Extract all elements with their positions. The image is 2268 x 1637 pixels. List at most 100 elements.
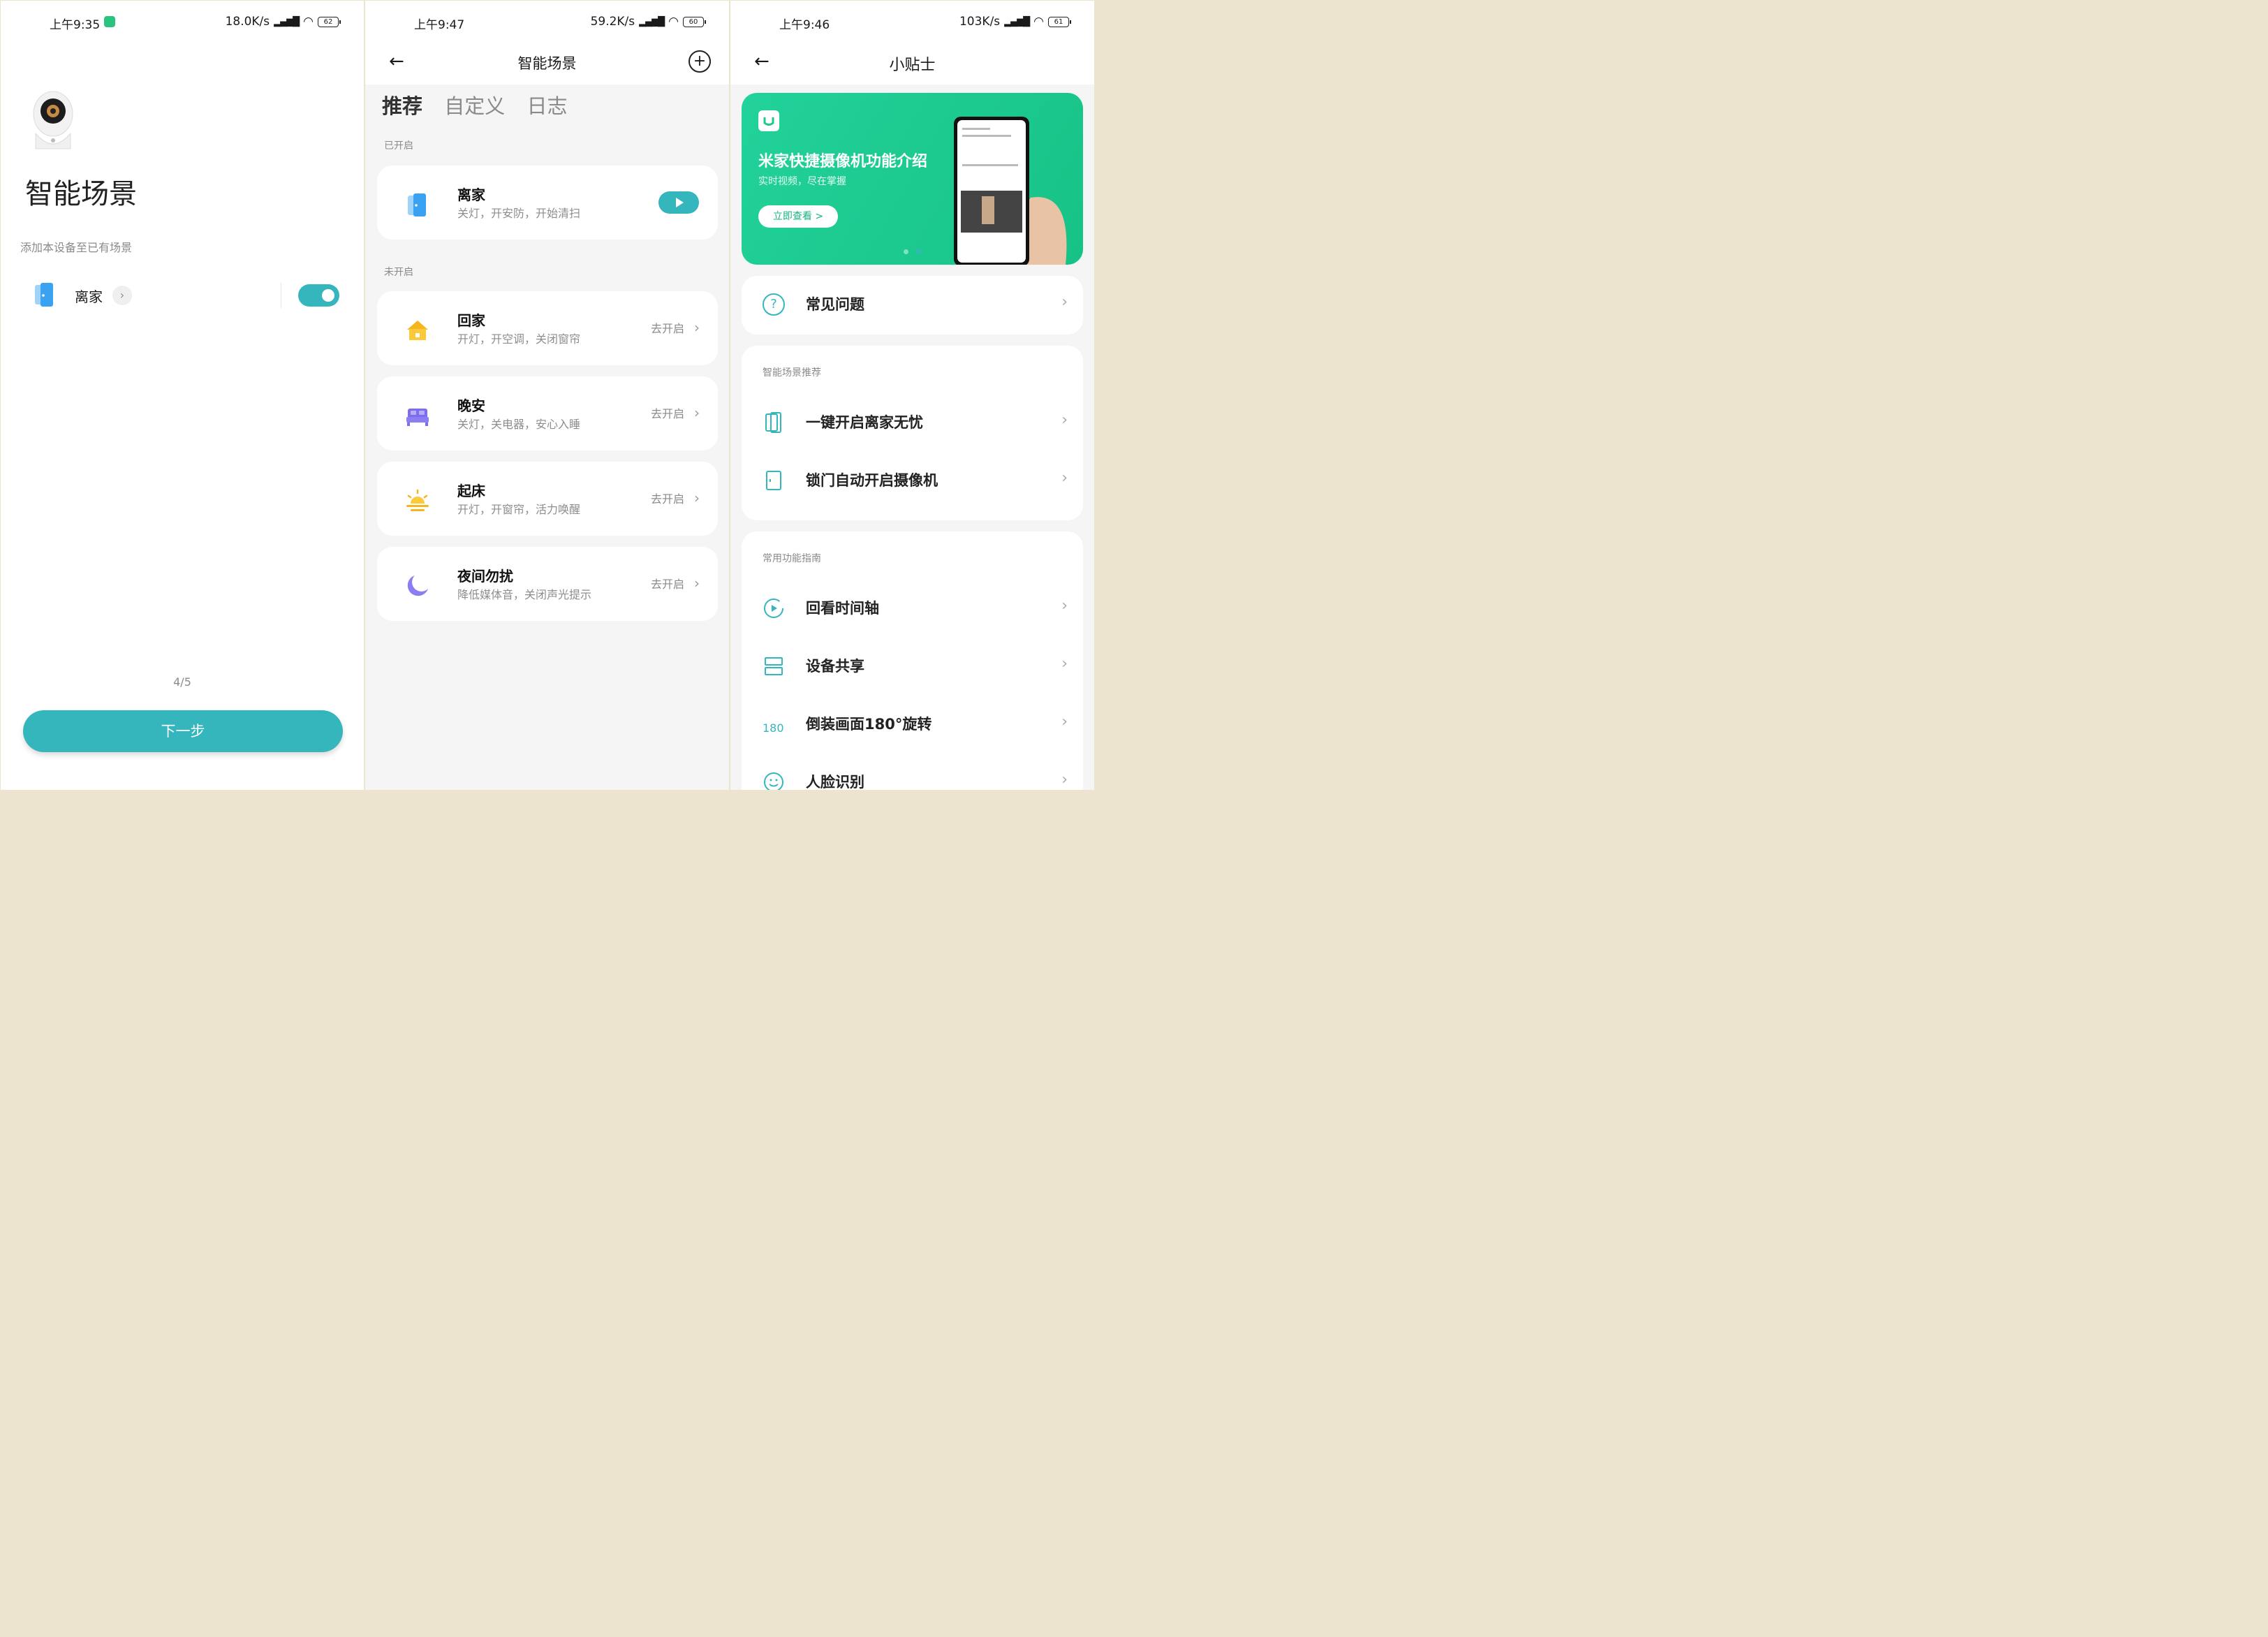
- signal-icon: ▂▄▆█: [639, 16, 665, 27]
- scene-desc: 关灯，开安防，开始清扫: [457, 207, 581, 220]
- enable-label: 去开启: [650, 322, 684, 335]
- rec-label: 一键开启离家无忧: [806, 414, 923, 431]
- battery-icon: 62: [318, 16, 341, 27]
- network-speed: 103K/s: [959, 15, 1001, 29]
- app-bar: ← 小贴士: [730, 44, 1094, 85]
- chevron-right-icon: ›: [1061, 597, 1068, 615]
- enable-label: 去开启: [650, 578, 684, 591]
- phone-illustration: [954, 117, 1067, 265]
- camera-device-icon: [33, 91, 73, 149]
- guide-item[interactable]: 人脸识别 ›: [742, 761, 1083, 790]
- page-indicator: 4/5: [173, 675, 191, 689]
- chevron-right-icon: ›: [1061, 293, 1068, 311]
- scene-card-home[interactable]: 回家 开灯，开空调，关闭窗帘 去开启 ›: [377, 291, 718, 365]
- carousel-dot-active: [916, 249, 921, 254]
- status-time: 上午9:47: [414, 18, 465, 32]
- guide-label: 设备共享: [806, 658, 864, 675]
- share-icon: [765, 657, 783, 675]
- scene-desc: 开灯，开窗帘，活力唤醒: [457, 503, 581, 516]
- scene-desc: 关灯，关电器，安心入睡: [457, 418, 581, 431]
- lock-door-icon: [766, 471, 781, 490]
- chevron-right-icon: ›: [1061, 469, 1068, 487]
- carousel-dot: [904, 249, 908, 254]
- app-bar-title: 小贴士: [889, 57, 936, 74]
- rotate-180-icon: 180: [763, 721, 784, 735]
- sunrise-icon: [406, 489, 429, 511]
- chevron-right-icon: ›: [694, 490, 700, 506]
- add-scene-icon[interactable]: +: [688, 50, 711, 73]
- banner-title: 米家快捷摄像机功能介绍: [758, 153, 928, 170]
- door-icon: [35, 283, 53, 307]
- scene-name: 起床: [457, 483, 485, 499]
- signal-icon: ▂▄▆█: [1004, 16, 1030, 27]
- face-icon: [764, 772, 783, 790]
- banner-view-button[interactable]: 立即查看 >: [758, 205, 838, 228]
- play-circle-icon: [764, 599, 783, 618]
- mi-home-app-icon: [104, 16, 115, 27]
- enable-label: 去开启: [650, 407, 684, 420]
- run-scene-button[interactable]: [658, 191, 699, 214]
- faq-row[interactable]: ? 常见问题 ›: [742, 284, 1083, 325]
- guide-item[interactable]: 回看时间轴 ›: [742, 587, 1083, 629]
- scene-card-do-not-disturb[interactable]: 夜间勿扰 降低媒体音，关闭声光提示 去开启 ›: [377, 547, 718, 621]
- enable-link[interactable]: 去开启 ›: [651, 575, 700, 592]
- status-time: 上午9:35: [50, 18, 101, 32]
- enable-label: 去开启: [650, 492, 684, 506]
- rec-item[interactable]: 锁门自动开启摄像机 ›: [742, 460, 1083, 501]
- wifi-icon: ◠: [1033, 15, 1044, 29]
- guide-label: 倒装画面180°旋转: [806, 716, 932, 733]
- faq-label: 常见问题: [806, 296, 864, 313]
- guide-label: 人脸识别: [806, 774, 864, 790]
- wifi-icon: ◠: [668, 15, 679, 29]
- status-bar: 上午9:47 59.2K/s ▂▄▆█ ◠ 60: [365, 1, 729, 44]
- tab-recommended[interactable]: 推荐: [382, 94, 422, 118]
- app-bar: ← 智能场景 +: [365, 44, 729, 85]
- panel-tips: 上午9:46 103K/s ▂▄▆█ ◠ 61 ← 小贴士 米家快捷摄像机功能介…: [730, 1, 1094, 790]
- chevron-right-icon: ›: [694, 575, 700, 592]
- chevron-right-icon: ›: [1061, 411, 1068, 429]
- panel-add-to-scene: 上午9:35 18.0K/s ▂▄▆█ ◠ 62 智能场景 添加本设备至已有场景…: [1, 1, 364, 790]
- promo-banner[interactable]: 米家快捷摄像机功能介绍 实时视频，尽在掌握 立即查看 >: [742, 93, 1083, 265]
- banner-subtitle: 实时视频，尽在掌握: [758, 176, 846, 187]
- battery-icon: 60: [683, 16, 706, 27]
- moon-icon: [407, 575, 428, 596]
- scene-card-goodnight[interactable]: 晚安 关灯，关电器，安心入睡 去开启 ›: [377, 376, 718, 450]
- section-disabled-header: 未开启: [384, 267, 413, 278]
- scene-card-wakeup[interactable]: 起床 开灯，开窗帘，活力唤醒 去开启 ›: [377, 462, 718, 536]
- subtitle: 添加本设备至已有场景: [20, 241, 133, 254]
- chevron-right-icon: ›: [1061, 655, 1068, 673]
- scene-desc: 降低媒体音，关闭声光提示: [457, 588, 592, 601]
- scene-recommend-card: 智能场景推荐 一键开启离家无忧 › 锁门自动开启摄像机 ›: [742, 346, 1083, 520]
- wifi-icon: ◠: [303, 15, 314, 29]
- faq-card[interactable]: ? 常见问题 ›: [742, 276, 1083, 335]
- scene-name: 离家: [75, 288, 103, 305]
- tab-custom[interactable]: 自定义: [444, 94, 505, 118]
- scene-row: 离家 ›: [1, 277, 364, 314]
- play-icon: [676, 198, 684, 207]
- scene-toggle[interactable]: [298, 284, 339, 307]
- section-enabled-header: 已开启: [384, 140, 413, 152]
- enable-link[interactable]: 去开启 ›: [651, 490, 700, 506]
- scene-name: 晚安: [457, 397, 485, 414]
- scene-card-away[interactable]: 离家 关灯，开安防，开始清扫: [377, 166, 718, 240]
- scene-tabs: 推荐 自定义 日志: [382, 90, 567, 119]
- rec-item[interactable]: 一键开启离家无忧 ›: [742, 402, 1083, 443]
- chevron-right-icon: ›: [1061, 713, 1068, 731]
- network-speed: 59.2K/s: [590, 15, 635, 29]
- scene-name: 离家: [457, 186, 485, 203]
- next-button[interactable]: 下一步: [23, 710, 343, 752]
- toggle-knob: [322, 289, 334, 302]
- chevron-right-icon: ›: [1061, 771, 1068, 788]
- enable-link[interactable]: 去开启 ›: [651, 319, 700, 336]
- question-icon: ?: [763, 293, 785, 316]
- enable-link[interactable]: 去开启 ›: [651, 404, 700, 421]
- mi-home-logo: [758, 110, 779, 131]
- scene-detail-chevron-icon[interactable]: ›: [112, 286, 132, 305]
- network-speed: 18.0K/s: [225, 15, 270, 29]
- rec-header: 智能场景推荐: [763, 367, 821, 379]
- guide-item[interactable]: 180 倒装画面180°旋转 ›: [742, 703, 1083, 745]
- guide-item[interactable]: 设备共享 ›: [742, 645, 1083, 687]
- chevron-right-icon: ›: [694, 319, 700, 336]
- guide-header: 常用功能指南: [763, 553, 821, 564]
- tab-log[interactable]: 日志: [526, 94, 567, 118]
